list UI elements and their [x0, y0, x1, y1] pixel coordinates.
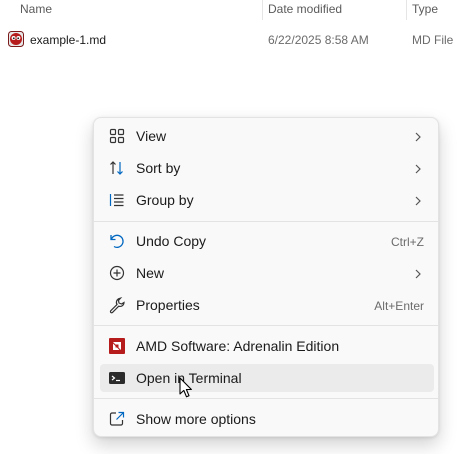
list-icon [108, 191, 126, 209]
chevron-right-icon [412, 130, 424, 142]
external-icon [108, 410, 126, 428]
column-header-type[interactable]: Type [412, 2, 438, 16]
menu-item-sort-by[interactable]: Sort by [100, 154, 434, 182]
menu-item-new[interactable]: New [100, 259, 434, 287]
column-header-name[interactable]: Name [20, 2, 52, 16]
file-date-modified: 6/22/2025 8:58 AM [268, 33, 369, 47]
menu-item-open-in-terminal[interactable]: Open in Terminal [100, 364, 434, 392]
chevron-right-icon [412, 267, 424, 279]
file-row[interactable]: example-1.md 6/22/2025 8:58 AM MD File [0, 29, 469, 51]
file-list-header: Name Date modified Type [0, 0, 469, 22]
chevron-right-icon [412, 162, 424, 174]
column-divider[interactable] [262, 0, 263, 20]
column-divider[interactable] [406, 0, 407, 20]
terminal-icon [108, 369, 126, 387]
wrench-icon [108, 296, 126, 314]
menu-item-view[interactable]: View [100, 122, 434, 150]
mouse-cursor-icon [179, 377, 193, 399]
amd-logo-icon [108, 337, 126, 355]
menu-item-label: AMD Software: Adrenalin Edition [136, 338, 340, 354]
menu-item-label: Sort by [136, 160, 181, 176]
menu-item-group-by[interactable]: Group by [100, 186, 434, 214]
menu-divider [94, 221, 438, 222]
grid-icon [108, 127, 126, 145]
file-name: example-1.md [30, 33, 107, 47]
menu-item-label: View [136, 128, 167, 144]
sort-icon [108, 159, 126, 177]
shortcut-text: Alt+Enter [374, 299, 424, 313]
menu-item-label: Show more options [136, 411, 256, 427]
menu-item-undo-copy[interactable]: Undo Copy Ctrl+Z [100, 227, 434, 255]
menu-item-label: Group by [136, 192, 194, 208]
menu-item-label: New [136, 265, 165, 281]
menu-item-show-more-options[interactable]: Show more options [100, 405, 434, 433]
context-menu: View Sort by Group by Undo Copy Ctrl+Z N… [93, 117, 439, 437]
menu-item-label: Properties [136, 297, 200, 313]
undo-icon [108, 232, 126, 250]
menu-divider [94, 398, 438, 399]
shortcut-text: Ctrl+Z [391, 235, 424, 249]
chevron-right-icon [412, 194, 424, 206]
menu-item-properties[interactable]: Properties Alt+Enter [100, 291, 434, 319]
menu-item-label: Undo Copy [136, 233, 207, 249]
file-type: MD File [412, 33, 454, 47]
menu-divider [94, 325, 438, 326]
column-header-date-modified[interactable]: Date modified [268, 2, 342, 16]
plus-circle-icon [108, 264, 126, 282]
menu-item-amd-software[interactable]: AMD Software: Adrenalin Edition [100, 332, 434, 360]
markdown-file-icon [8, 31, 24, 47]
